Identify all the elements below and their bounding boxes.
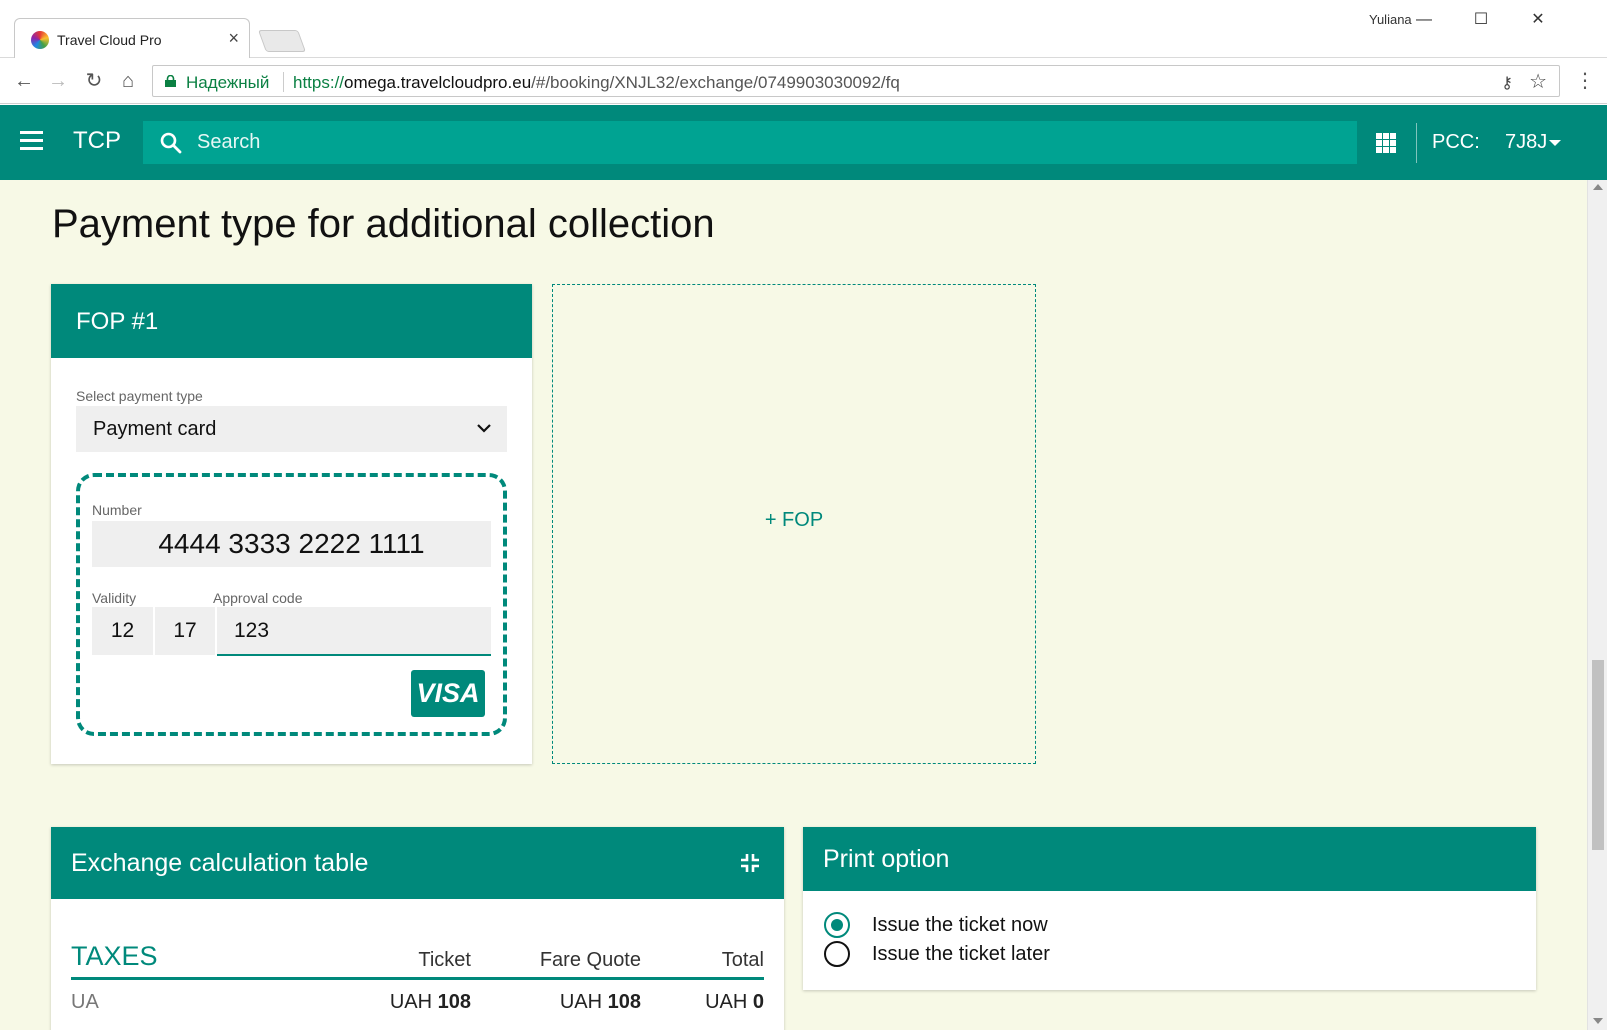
- print-card-header: Print option: [803, 827, 1536, 891]
- url-host: omega.travelcloudpro.eu: [344, 73, 532, 92]
- back-icon[interactable]: ←: [10, 67, 38, 95]
- address-bar[interactable]: Надежный https://omega.travelcloudpro.eu…: [152, 65, 1560, 97]
- add-fop-button[interactable]: + FOP: [552, 284, 1036, 764]
- browser-titlebar: Travel Cloud Pro × Yuliana — ☐ ✕: [0, 0, 1607, 58]
- payment-type-value: Payment card: [93, 418, 217, 440]
- radio-issue-now-label[interactable]: Issue the ticket now: [872, 914, 1048, 937]
- reload-icon[interactable]: ↻: [80, 67, 108, 95]
- scroll-down-icon[interactable]: [1593, 1018, 1603, 1024]
- radio-checked-icon[interactable]: [824, 912, 850, 938]
- pcc-select[interactable]: 7J8J: [1505, 131, 1547, 154]
- url-text[interactable]: https://omega.travelcloudpro.eu/#/bookin…: [293, 73, 900, 93]
- secure-label: Надежный: [186, 73, 270, 92]
- validity-year-input[interactable]: 17: [155, 607, 215, 655]
- hamburger-icon[interactable]: [20, 131, 43, 151]
- favicon-icon: [31, 31, 49, 49]
- card-number-label: Number: [92, 502, 142, 518]
- brand-logo[interactable]: TCP: [73, 127, 121, 155]
- browser-menu-icon[interactable]: ⋮: [1575, 67, 1595, 95]
- column-total: Total: [721, 949, 764, 971]
- tax-row-label: UA: [71, 991, 99, 1013]
- page-scrollbar[interactable]: [1587, 180, 1607, 1030]
- tax-row-ticket: UAH 108: [389, 991, 471, 1013]
- fop-card: FOP #1 Select payment type Payment card …: [51, 284, 532, 764]
- approval-code-input[interactable]: 123: [217, 607, 491, 656]
- apps-grid-icon[interactable]: [1376, 133, 1396, 153]
- main-content: Payment type for additional collection F…: [0, 180, 1587, 1030]
- header-divider: [1416, 123, 1417, 163]
- lock-icon: [165, 75, 176, 87]
- chevron-down-icon: [477, 424, 491, 433]
- url-scheme: https://: [293, 73, 345, 92]
- scroll-up-icon[interactable]: [1593, 184, 1603, 190]
- radio-issue-later-label[interactable]: Issue the ticket later: [872, 943, 1050, 966]
- forward-icon[interactable]: →: [44, 67, 72, 95]
- payment-type-select[interactable]: Payment card: [76, 406, 507, 452]
- radio-unchecked-icon[interactable]: [824, 941, 850, 967]
- app-header: TCP PCC: 7J8J: [0, 105, 1607, 180]
- exchange-card-header: Exchange calculation table: [51, 827, 784, 899]
- home-icon[interactable]: ⌂: [114, 67, 142, 95]
- search-input[interactable]: [197, 121, 1337, 164]
- print-option-card: Print option Issue the ticket now Issue …: [803, 827, 1536, 990]
- select-payment-type-label: Select payment type: [76, 388, 203, 404]
- visa-logo: VISA: [411, 670, 485, 717]
- exchange-card-title: Exchange calculation table: [71, 849, 369, 877]
- approval-code-label: Approval code: [213, 590, 303, 606]
- new-tab-button[interactable]: [257, 30, 307, 52]
- scroll-thumb[interactable]: [1592, 660, 1604, 850]
- validity-label: Validity: [92, 590, 137, 606]
- collapse-icon[interactable]: [740, 853, 760, 873]
- window-close-icon[interactable]: ✕: [1518, 6, 1558, 34]
- page-title: Payment type for additional collection: [52, 202, 715, 246]
- table-divider: [71, 977, 764, 980]
- pcc-label: PCC:: [1432, 131, 1480, 153]
- add-fop-label: + FOP: [764, 509, 824, 531]
- tab-close-icon[interactable]: ×: [228, 28, 239, 49]
- url-path: /#/booking/XNJL32/exchange/0749903030092…: [531, 73, 900, 92]
- payment-card-box: Number 4444 3333 2222 1111 Validity Appr…: [76, 473, 507, 736]
- browser-toolbar: ← → ↻ ⌂ Надежный https://omega.travelclo…: [0, 59, 1607, 104]
- validity-month-input[interactable]: 12: [92, 607, 153, 655]
- minimize-icon[interactable]: —: [1404, 6, 1444, 34]
- search-icon: [160, 132, 182, 154]
- omnibox-divider: [283, 72, 284, 92]
- browser-tab[interactable]: Travel Cloud Pro ×: [14, 18, 250, 58]
- card-number-input[interactable]: 4444 3333 2222 1111: [92, 521, 491, 567]
- star-icon[interactable]: ☆: [1529, 69, 1547, 94]
- tax-row-total: UAH 0: [705, 991, 764, 1013]
- exchange-calculation-card: Exchange calculation table TAXES Ticket …: [51, 827, 784, 1030]
- key-icon[interactable]: ⚷: [1501, 73, 1513, 93]
- maximize-icon[interactable]: ☐: [1461, 6, 1501, 34]
- column-fare-quote: Fare Quote: [539, 949, 641, 971]
- column-ticket: Ticket: [418, 949, 471, 971]
- caret-down-icon[interactable]: [1549, 140, 1561, 146]
- tab-title: Travel Cloud Pro: [57, 32, 162, 48]
- tax-row-fare-quote: UAH 108: [559, 991, 641, 1013]
- taxes-section-title: TAXES: [71, 941, 158, 971]
- search-bar: [143, 121, 1357, 164]
- fop-card-header: FOP #1: [51, 284, 532, 358]
